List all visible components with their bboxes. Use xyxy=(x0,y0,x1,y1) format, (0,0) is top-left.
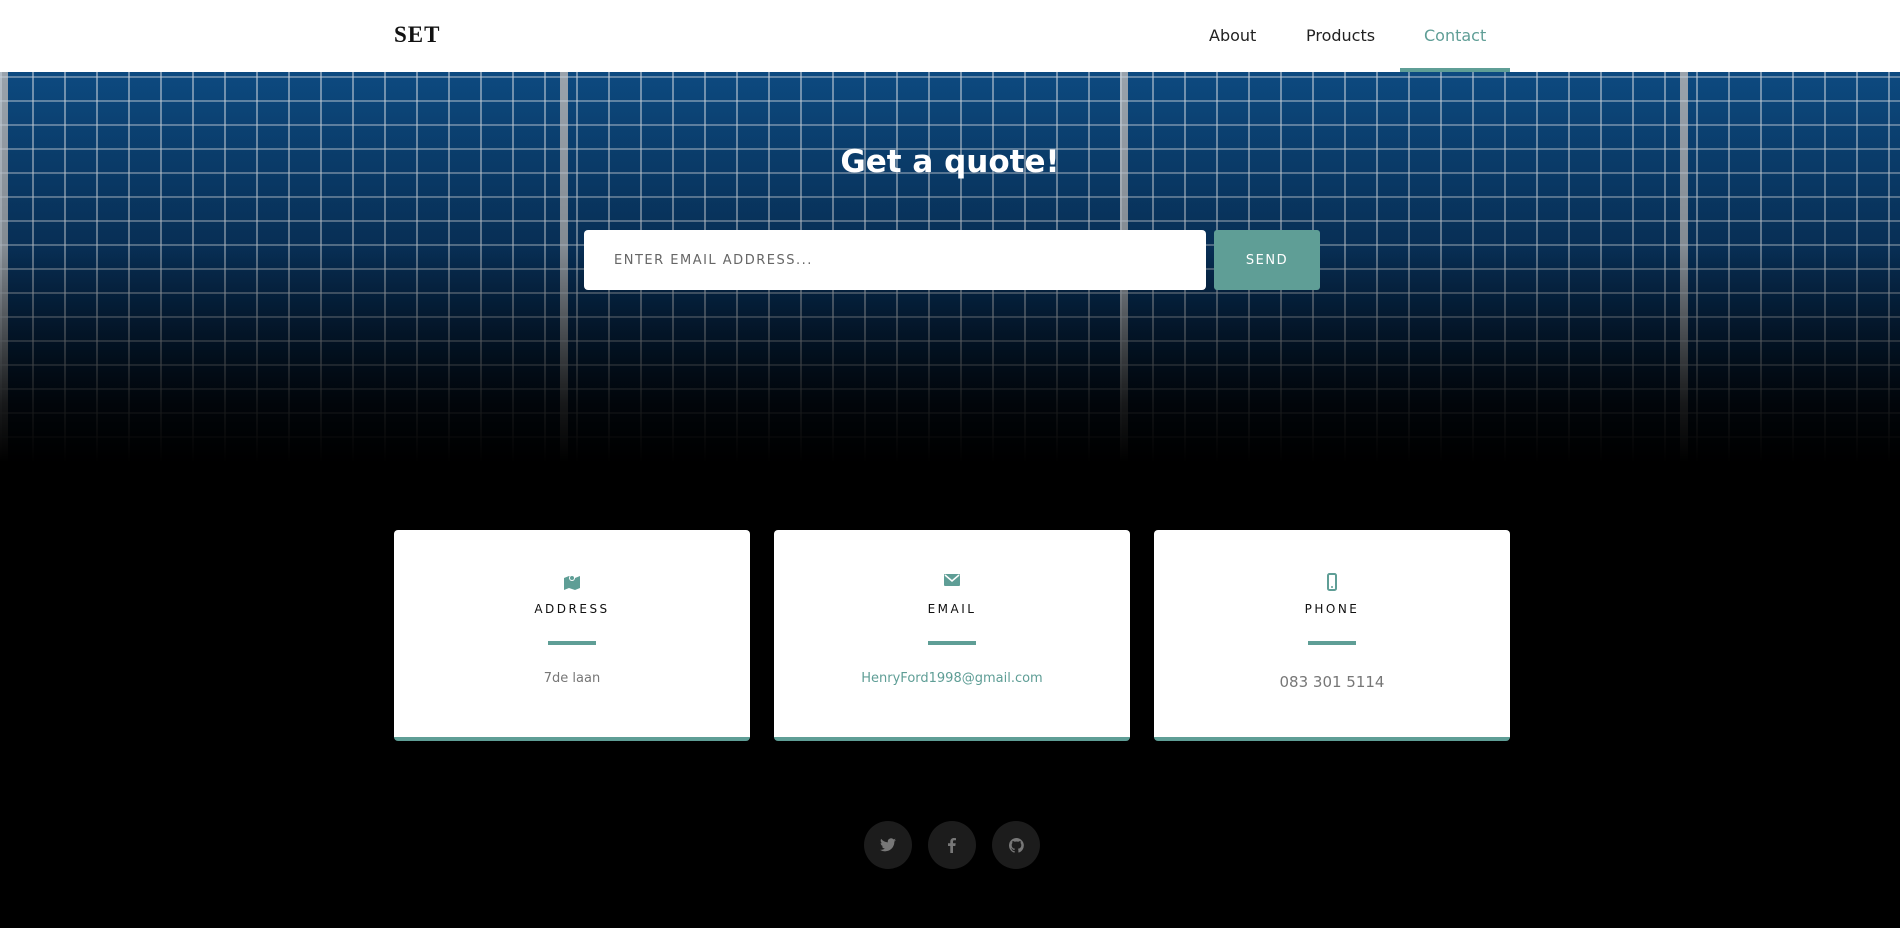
email-link[interactable]: HenryFord1998@gmail.com xyxy=(774,671,1130,686)
facebook-icon xyxy=(948,837,956,853)
logo[interactable]: SET xyxy=(394,22,440,48)
address-value: 7de laan xyxy=(543,671,601,686)
card-title: EMAIL xyxy=(927,602,977,616)
github-icon xyxy=(1008,837,1024,853)
twitter-icon xyxy=(880,838,896,852)
divider xyxy=(548,641,596,645)
facebook-button[interactable] xyxy=(928,821,976,869)
phone-card: PHONE 083 301 5114 xyxy=(1154,530,1510,741)
mobile-phone-icon xyxy=(1154,573,1510,593)
card-title: PHONE xyxy=(1304,602,1360,616)
nav-contact[interactable]: Contact xyxy=(1424,26,1486,45)
divider xyxy=(1308,641,1356,645)
github-button[interactable] xyxy=(992,821,1040,869)
divider xyxy=(928,641,976,645)
nav-about[interactable]: About xyxy=(1209,26,1256,45)
active-nav-indicator xyxy=(1400,68,1510,72)
twitter-button[interactable] xyxy=(864,821,912,869)
phone-value: 083 301 5114 xyxy=(1279,673,1385,691)
nav-products[interactable]: Products xyxy=(1306,26,1375,45)
email-input[interactable] xyxy=(584,230,1206,290)
navbar: SET About Products Contact xyxy=(0,0,1900,72)
hero-title: Get a quote! xyxy=(840,144,1060,180)
address-card: ADDRESS 7de laan xyxy=(394,530,750,741)
card-title: ADDRESS xyxy=(534,602,610,616)
envelope-icon xyxy=(774,573,1130,593)
email-card: EMAIL HenryFord1998@gmail.com xyxy=(774,530,1130,741)
send-button[interactable]: SEND xyxy=(1214,230,1320,290)
map-marker-icon xyxy=(394,573,750,593)
